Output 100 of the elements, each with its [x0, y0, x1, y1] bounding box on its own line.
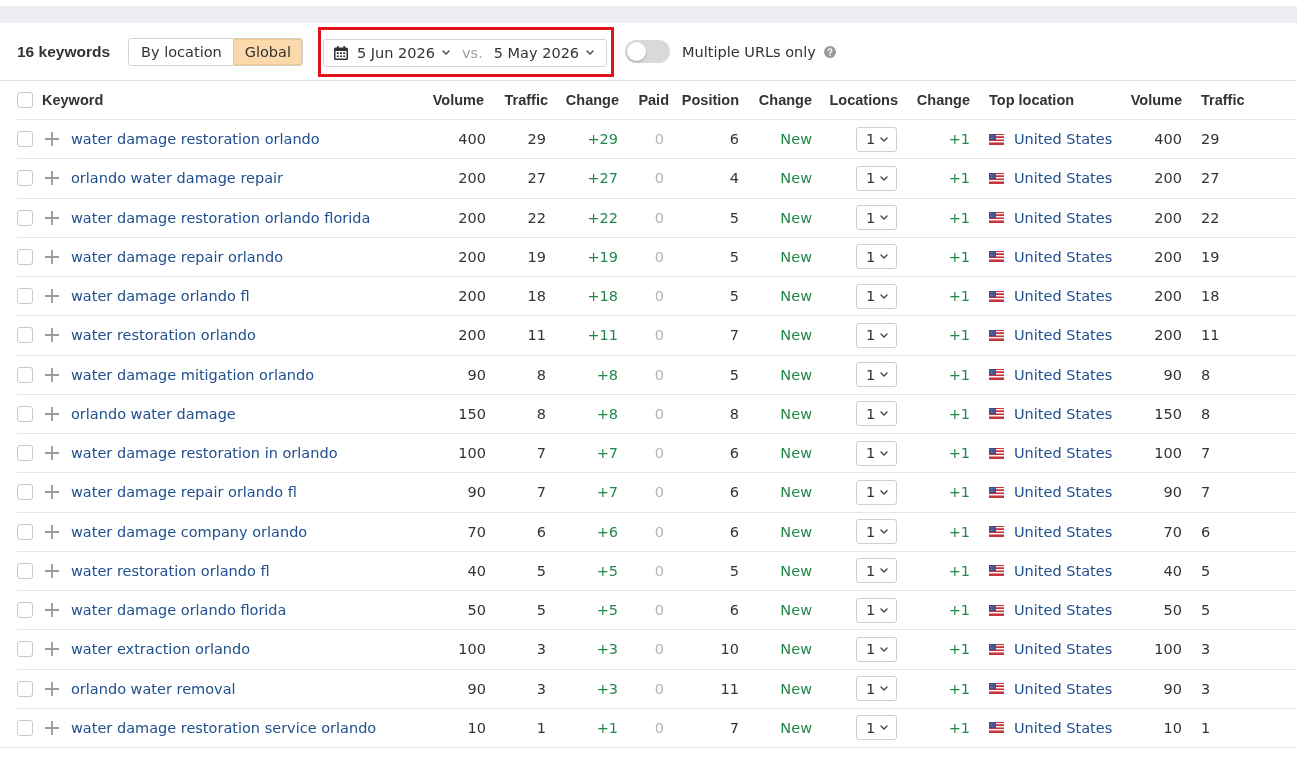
location-link[interactable]: United States: [1014, 719, 1113, 736]
keyword-link[interactable]: water restoration orlando fl: [71, 562, 270, 579]
location-link[interactable]: United States: [1014, 327, 1113, 344]
column-header[interactable]: Change: [916, 92, 970, 108]
location-link[interactable]: United States: [1014, 484, 1113, 501]
checkbox[interactable]: [17, 484, 33, 501]
keyword-link[interactable]: water damage company orlando: [71, 523, 308, 540]
location-link[interactable]: United States: [1014, 288, 1113, 305]
date-range-picker[interactable]: 5 Jun 2026 vs. 5 May 2026: [323, 38, 608, 67]
keyword-link[interactable]: water damage restoration orlando florida: [71, 209, 371, 226]
column-header[interactable]: Paid: [638, 92, 669, 108]
location-link[interactable]: United States: [1014, 366, 1113, 383]
locations-dropdown[interactable]: 1: [856, 597, 897, 623]
column-header[interactable]: Position: [681, 92, 739, 108]
plus-icon[interactable]: [45, 642, 59, 657]
location-link[interactable]: United States: [1014, 523, 1113, 540]
checkbox[interactable]: [17, 366, 33, 383]
plus-icon[interactable]: [45, 210, 59, 225]
keyword-link[interactable]: water damage mitigation orlando: [71, 366, 315, 383]
locations-dropdown[interactable]: 1: [856, 205, 897, 231]
locations-dropdown[interactable]: 1: [856, 558, 897, 584]
location-link[interactable]: United States: [1014, 170, 1113, 187]
keyword-link[interactable]: orlando water damage: [71, 405, 236, 422]
locations-dropdown[interactable]: 1: [856, 283, 897, 309]
plus-icon[interactable]: [45, 681, 59, 696]
location-link[interactable]: United States: [1014, 680, 1113, 697]
table-cell: 8: [1201, 366, 1211, 383]
checkbox[interactable]: [17, 170, 33, 187]
checkbox[interactable]: [17, 248, 33, 265]
column-header[interactable]: Volume: [1130, 92, 1182, 108]
locations-dropdown[interactable]: 1: [856, 322, 897, 348]
plus-icon[interactable]: [45, 367, 59, 382]
keyword-link[interactable]: water damage restoration in orlando: [71, 445, 338, 462]
checkbox[interactable]: [17, 445, 33, 462]
checkbox[interactable]: [17, 562, 33, 579]
keyword-link[interactable]: water damage restoration service orlando: [71, 719, 377, 736]
checkbox[interactable]: [17, 405, 33, 422]
locations-dropdown[interactable]: 1: [856, 165, 897, 191]
view-tab[interactable]: Global: [232, 38, 302, 65]
checkbox[interactable]: [17, 602, 33, 619]
locations-dropdown[interactable]: 1: [856, 636, 897, 662]
keyword-link[interactable]: orlando water removal: [71, 680, 236, 697]
column-header[interactable]: Change: [565, 92, 619, 108]
location-link[interactable]: United States: [1014, 602, 1113, 619]
plus-icon[interactable]: [45, 249, 59, 264]
locations-dropdown[interactable]: 1: [856, 440, 897, 466]
plus-icon[interactable]: [45, 406, 59, 421]
checkbox[interactable]: [17, 92, 33, 108]
plus-icon[interactable]: [45, 563, 59, 578]
column-header[interactable]: Locations: [829, 92, 898, 108]
column-header[interactable]: Top location: [989, 92, 1075, 108]
checkbox[interactable]: [17, 288, 33, 305]
locations-dropdown[interactable]: 1: [856, 126, 897, 152]
location-link[interactable]: United States: [1014, 562, 1113, 579]
checkbox[interactable]: [17, 209, 33, 226]
date-button[interactable]: 5 May 2026: [493, 44, 595, 61]
locations-dropdown[interactable]: 1: [856, 362, 897, 388]
keyword-link[interactable]: water damage orlando fl: [71, 288, 250, 305]
plus-icon[interactable]: [45, 485, 59, 500]
locations-dropdown[interactable]: 1: [856, 715, 897, 741]
locations-dropdown[interactable]: 1: [856, 519, 897, 545]
keyword-link[interactable]: water restoration orlando: [71, 327, 256, 344]
plus-icon[interactable]: [45, 720, 59, 735]
column-header[interactable]: Traffic: [504, 92, 548, 108]
column-header[interactable]: Volume: [432, 92, 484, 108]
column-header[interactable]: Change: [758, 92, 812, 108]
location-link[interactable]: United States: [1014, 405, 1113, 422]
locations-dropdown[interactable]: 1: [856, 676, 897, 702]
plus-icon[interactable]: [45, 171, 59, 186]
keyword-link[interactable]: water damage repair orlando fl: [71, 484, 297, 501]
plus-icon[interactable]: [45, 603, 59, 618]
checkbox[interactable]: [17, 719, 33, 736]
keyword-link[interactable]: water extraction orlando: [71, 641, 251, 658]
checkbox[interactable]: [17, 131, 33, 148]
keyword-link[interactable]: water damage orlando florida: [71, 602, 287, 619]
plus-icon[interactable]: [45, 328, 59, 343]
checkbox[interactable]: [17, 327, 33, 344]
location-link[interactable]: United States: [1014, 131, 1113, 148]
plus-icon[interactable]: [45, 446, 59, 461]
checkbox[interactable]: [17, 523, 33, 540]
keyword-link[interactable]: water damage repair orlando: [71, 248, 284, 265]
location-link[interactable]: United States: [1014, 445, 1113, 462]
column-header[interactable]: Traffic: [1201, 92, 1245, 108]
date-button[interactable]: 5 Jun 2026: [357, 44, 450, 61]
toggle-switch[interactable]: [625, 40, 671, 63]
help-icon[interactable]: [823, 45, 836, 58]
locations-dropdown[interactable]: 1: [856, 401, 897, 427]
checkbox[interactable]: [17, 641, 33, 658]
keyword-link[interactable]: water damage restoration orlando: [71, 131, 320, 148]
location-link[interactable]: United States: [1014, 248, 1113, 265]
location-link[interactable]: United States: [1014, 641, 1113, 658]
plus-icon[interactable]: [45, 132, 59, 147]
plus-icon[interactable]: [45, 524, 59, 539]
keyword-link[interactable]: orlando water damage repair: [71, 170, 284, 187]
locations-dropdown[interactable]: 1: [856, 244, 897, 270]
checkbox[interactable]: [17, 680, 33, 697]
locations-dropdown[interactable]: 1: [856, 479, 897, 505]
plus-icon[interactable]: [45, 289, 59, 304]
column-header[interactable]: Keyword: [42, 92, 104, 108]
location-link[interactable]: United States: [1014, 209, 1113, 226]
